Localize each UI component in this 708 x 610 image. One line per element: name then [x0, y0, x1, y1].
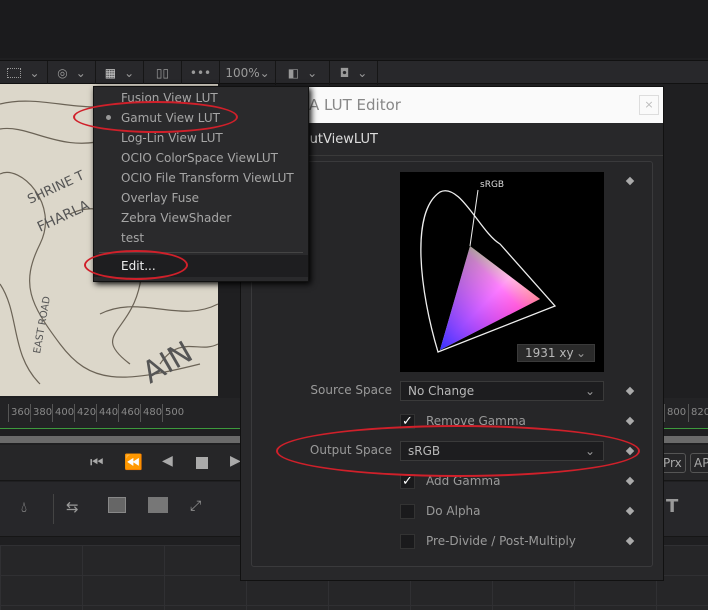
display-icon: ◘ — [339, 66, 350, 80]
mask-tool-icon[interactable] — [148, 497, 168, 513]
menu-item-ocio-colorspace[interactable]: OCIO ColorSpace ViewLUT — [121, 148, 278, 168]
keyframe-diamond-icon[interactable] — [625, 416, 635, 426]
stop-icon[interactable] — [196, 457, 208, 469]
keyframe-diamond-icon[interactable] — [625, 476, 635, 486]
predivide-checkbox[interactable] — [400, 534, 415, 549]
menu-item-test[interactable]: test — [121, 228, 144, 248]
color-channel-button[interactable]: ◎ ⌄ — [48, 61, 96, 85]
compare-icon: ◧ — [287, 66, 300, 80]
svg-text:FHARLA: FHARLA — [35, 197, 93, 235]
menu-item-zebra-viewshader[interactable]: Zebra ViewShader — [121, 208, 231, 228]
viewer-toolbar: ⌄ ◎ ⌄ ▦ ⌄ ▯▯ ••• 100% ⌄ ◧ ⌄ ◘ ⌄ — [0, 60, 708, 85]
more-button[interactable]: ••• — [182, 61, 220, 85]
do-alpha-label: Do Alpha — [426, 504, 481, 518]
add-gamma-checkbox[interactable]: ✓ — [400, 474, 415, 489]
display-button[interactable]: ◘ ⌄ — [330, 61, 378, 85]
ruler-tick: 480 — [140, 404, 162, 422]
play-reverse-icon[interactable]: ◀ — [162, 453, 173, 469]
ruler-tick: 500 — [162, 404, 184, 422]
plot-label: sRGB — [480, 180, 505, 190]
menu-item-overlay-fuse[interactable]: Overlay Fuse — [121, 188, 199, 208]
menu-item-ocio-file-transform[interactable]: OCIO File Transform ViewLUT — [121, 168, 294, 188]
ruler-tick: 800 — [664, 404, 686, 422]
ruler-tick: 360 — [8, 404, 30, 422]
go-to-start-icon[interactable]: ⏮ — [90, 453, 104, 471]
chevron-down-icon: ⌄ — [584, 384, 595, 398]
source-space-dropdown[interactable]: No Change ⌄ — [400, 381, 604, 401]
ruler-tick: 380 — [30, 404, 52, 422]
text-tool-icon[interactable]: T — [666, 496, 678, 517]
split-icon: ▯▯ — [155, 66, 170, 80]
grid-icon: ▦ — [104, 66, 117, 80]
background-tool-icon[interactable] — [108, 497, 126, 513]
roi-button[interactable]: ⌄ — [0, 61, 48, 85]
ruler-tick: 420 — [74, 404, 96, 422]
close-button[interactable]: × — [639, 95, 659, 115]
zoom-dropdown[interactable]: 100% ⌄ — [220, 61, 276, 85]
ruler-tick: 460 — [118, 404, 140, 422]
dots-icon: ••• — [189, 66, 212, 80]
annotation-ring — [84, 250, 188, 280]
lut-name: mutViewLUT — [297, 132, 378, 147]
annotation-ring — [73, 101, 238, 133]
annotation-ring — [276, 425, 640, 477]
transform-tool-icon[interactable]: ⤢ — [190, 498, 201, 514]
source-space-label: Source Space — [310, 383, 392, 397]
predivide-label: Pre-Divide / Post-Multiply — [426, 534, 576, 548]
top-bar — [0, 0, 708, 58]
split-view-button[interactable]: ▯▯ — [144, 61, 182, 85]
keyframe-diamond-icon[interactable] — [625, 386, 635, 396]
controls-panel: sRGB 1931 xy ⌄ Source Space No Change ⌄ ✓ … — [251, 161, 653, 567]
gamut-plot: sRGB 1931 xy ⌄ — [400, 172, 604, 372]
channels-icon: ◎ — [57, 66, 68, 80]
do-alpha-checkbox[interactable] — [400, 504, 415, 519]
compare-button[interactable]: ◧ ⌄ — [276, 61, 330, 85]
svg-text:AIN: AIN — [137, 335, 199, 391]
ruler-tick: 820 — [688, 404, 708, 422]
rewind-icon[interactable]: ⏪ — [124, 453, 143, 471]
divider — [53, 494, 54, 524]
plot-mode-dropdown[interactable]: 1931 xy ⌄ — [517, 344, 595, 362]
keyframe-diamond-icon[interactable] — [625, 506, 635, 516]
ap-button[interactable]: AP — [690, 453, 708, 473]
roi-icon — [7, 68, 22, 78]
keyframe-diamond-icon[interactable] — [625, 536, 635, 546]
lut-button[interactable]: ▦ ⌄ — [96, 61, 144, 85]
keyframe-diamond-icon[interactable] — [625, 176, 635, 186]
droplet-icon[interactable]: 💧︎ — [21, 498, 27, 516]
ruler-tick: 440 — [96, 404, 118, 422]
chevron-down-icon: ⌄ — [575, 346, 586, 360]
ruler-tick: 400 — [52, 404, 74, 422]
merge-tool-icon[interactable]: ⇆ — [66, 498, 79, 516]
